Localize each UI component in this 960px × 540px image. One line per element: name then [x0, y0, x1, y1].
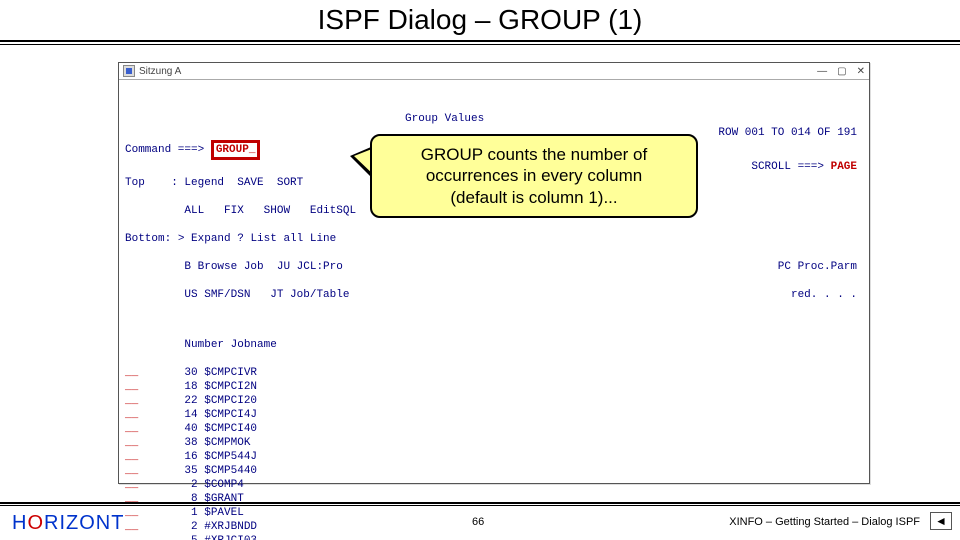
brand-h: H — [12, 512, 27, 534]
callout-bubble: GROUP counts the number of occurrences i… — [370, 134, 698, 218]
scroll-label: SCROLL ===> — [751, 161, 824, 173]
table-row: __ 30 $CMPCIVR — [125, 366, 863, 380]
brand-o: O — [27, 512, 44, 534]
row-prefix[interactable]: __ — [125, 451, 138, 463]
panel-title: Group Values — [405, 112, 484, 126]
terminal-titlebar: Sitzung A — ▢ ✕ — [119, 63, 869, 80]
close-icon[interactable]: ✕ — [857, 66, 865, 77]
command-label: Command ===> — [125, 144, 204, 156]
bottom-label: Bottom: — [125, 233, 171, 245]
table-row: __ 16 $CMP544J — [125, 450, 863, 464]
row-prefix[interactable]: __ — [125, 465, 138, 477]
table-row: __ 40 $CMPCI40 — [125, 422, 863, 436]
table-row: __ 14 $CMPCI4J — [125, 408, 863, 422]
terminal-window: Sitzung A — ▢ ✕ Group Values ROW 001 TO … — [118, 62, 870, 484]
columns-header: Number Jobname — [184, 339, 276, 351]
row-prefix[interactable]: __ — [125, 409, 138, 421]
bottom-line-3: US SMF/DSN JT Job/Table — [184, 289, 349, 301]
footer-right-text: XINFO – Getting Started – Dialog ISPF — [729, 516, 920, 528]
scroll-value[interactable]: PAGE — [831, 161, 857, 173]
top-line-1: Legend SAVE SORT — [184, 177, 303, 189]
window-title: Sitzung A — [139, 66, 181, 77]
title-rule-thin — [0, 44, 960, 45]
slide-footer: HORIZONT 66 XINFO – Getting Started – Di… — [0, 502, 960, 540]
row-prefix[interactable]: __ — [125, 479, 138, 491]
row-prefix[interactable]: __ — [125, 381, 138, 393]
prev-slide-button[interactable]: ◄ — [930, 512, 952, 530]
maximize-icon[interactable]: ▢ — [837, 66, 846, 77]
app-icon — [123, 65, 135, 77]
footer-rule-thin — [0, 505, 960, 506]
title-rule-heavy — [0, 40, 960, 42]
footer-rule-heavy — [0, 502, 960, 504]
table-row: __ 38 $CMPMOK — [125, 436, 863, 450]
row-prefix[interactable]: __ — [125, 423, 138, 435]
brand-logo: HORIZONT — [12, 512, 124, 535]
top-line-2: ALL FIX SHOW EditSQL — [184, 205, 356, 217]
callout-line-2: occurrences in every column — [384, 165, 684, 186]
table-row: __ 2 $COMP4 — [125, 478, 863, 492]
bottom-line-2: B Browse Job JU JCL:Pro — [184, 261, 342, 273]
bottom-tail-2: PC Proc.Parm — [778, 260, 857, 274]
window-controls: — ▢ ✕ — [817, 66, 865, 77]
top-label: Top : — [125, 177, 178, 189]
table-row: __ 18 $CMPCI2N — [125, 380, 863, 394]
callout-line-3: (default is column 1)... — [384, 187, 684, 208]
page-number: 66 — [472, 516, 484, 528]
table-row: __ 35 $CMP5440 — [125, 464, 863, 478]
row-prefix[interactable]: __ — [125, 395, 138, 407]
minimize-icon[interactable]: — — [817, 66, 827, 77]
slide-title: ISPF Dialog – GROUP (1) — [0, 4, 960, 36]
table-row: __ 22 $CMPCI20 — [125, 394, 863, 408]
bottom-tail-3: red. . . . — [791, 288, 857, 302]
command-input[interactable]: GROUP_ — [211, 140, 261, 160]
row-prefix[interactable]: __ — [125, 367, 138, 379]
brand-rest: RIZONT — [44, 512, 124, 534]
row-prefix[interactable]: __ — [125, 437, 138, 449]
bottom-line-1: > Expand ? List all Line — [178, 233, 336, 245]
callout-line-1: GROUP counts the number of — [384, 144, 684, 165]
